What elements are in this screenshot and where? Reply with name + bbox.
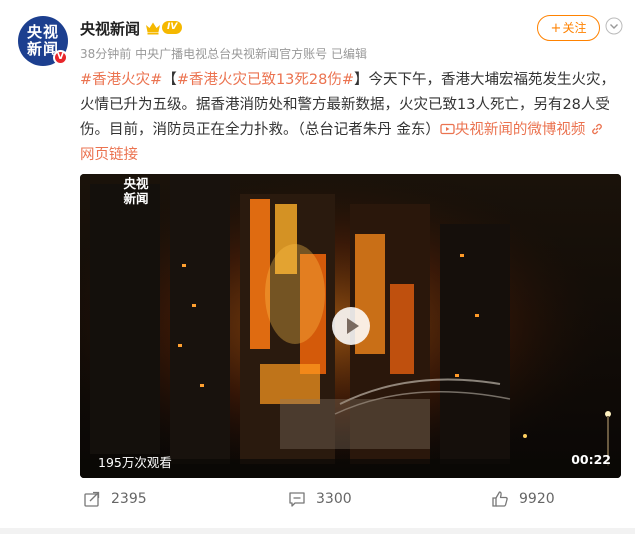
vip-badge[interactable]: IV [145, 19, 183, 36]
hashtag-link[interactable]: #香港火灾已致13死28伤# [177, 72, 354, 88]
action-bar: 2395 3300 9920 [0, 484, 635, 514]
post-meta: 38分钟前 中央广播电视总台央视新闻官方账号 已编辑 [80, 45, 367, 62]
avatar-line-1: 央视 [26, 23, 59, 41]
verified-badge-icon: V [53, 50, 68, 65]
video-player[interactable]: 央视 新闻 195万次观看 00:22 [80, 174, 621, 478]
edited-label[interactable]: 已编辑 [331, 47, 367, 61]
repost-count: 2395 [111, 491, 147, 507]
bracket-close: 】 [354, 72, 369, 88]
web-link-label: 网页链接 [80, 147, 138, 163]
repost-button[interactable]: 2395 [83, 484, 147, 514]
video-link[interactable]: 央视新闻的微博视频 [440, 122, 586, 138]
play-icon[interactable] [331, 306, 371, 346]
repost-icon [84, 491, 100, 507]
comment-count: 3300 [316, 491, 352, 507]
chevron-down-icon[interactable] [605, 17, 623, 35]
post-time[interactable]: 38分钟前 [80, 47, 131, 61]
view-count: 195万次观看 [98, 455, 172, 470]
plus-icon: + [550, 21, 562, 36]
like-count: 9920 [519, 491, 555, 507]
video-link-label: 央视新闻的微博视频 [454, 122, 586, 138]
link-icon [592, 123, 602, 135]
comment-icon [289, 492, 305, 507]
level-badge: IV [162, 21, 183, 34]
thumbs-up-icon [492, 491, 508, 507]
follow-label: 关注 [562, 21, 587, 35]
like-button[interactable]: 9920 [491, 484, 555, 514]
hashtag-link[interactable]: #香港火灾# [80, 72, 162, 88]
post-text: #香港火灾#【#香港火灾已致13死28伤#】今天下午，香港大埔宏福苑发生火灾，火… [80, 68, 615, 168]
follow-button[interactable]: +关注 [537, 15, 600, 41]
weibo-post: 央视 新闻 V 央视新闻 IV 38分钟前 中央广播电视总台央视新闻官方账号 已… [0, 0, 635, 534]
author-name[interactable]: 央视新闻 [80, 18, 140, 39]
video-icon [440, 123, 455, 135]
divider [0, 528, 635, 534]
crown-icon [146, 22, 160, 34]
watermark-line-2: 新闻 [123, 191, 149, 206]
video-watermark: 央视 新闻 [120, 176, 152, 208]
bracket-open: 【 [162, 72, 177, 88]
video-duration: 00:22 [571, 452, 611, 467]
comment-button[interactable]: 3300 [288, 484, 352, 514]
post-source: 中央广播电视总台央视新闻官方账号 [135, 47, 328, 61]
watermark-line-1: 央视 [123, 176, 149, 191]
